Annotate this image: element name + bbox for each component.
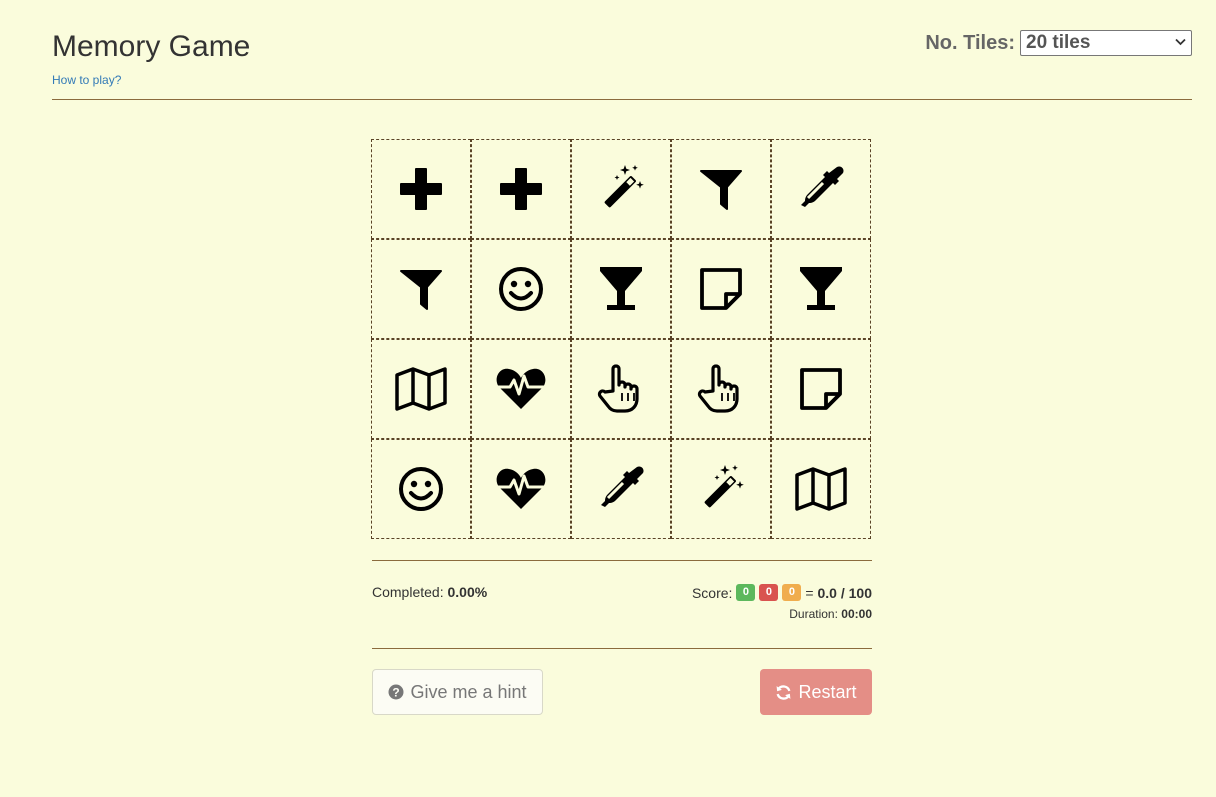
how-to-play-link[interactable]: How to play? xyxy=(52,73,121,87)
tiles-select-value: 20 tiles xyxy=(1026,32,1091,53)
score-hints-badge: 0 xyxy=(782,584,802,601)
magic-wand-icon xyxy=(593,161,649,217)
map-icon xyxy=(393,361,449,417)
score-correct-badge: 0 xyxy=(736,584,756,601)
stats-divider-bottom xyxy=(372,648,872,649)
smiley-icon xyxy=(493,261,549,317)
completed-stat: Completed: 0.00% xyxy=(372,584,487,600)
tile[interactable] xyxy=(571,139,671,239)
map-icon xyxy=(793,461,849,517)
tile[interactable] xyxy=(671,339,771,439)
tiles-control: No. Tiles: 20 tiles xyxy=(925,30,1192,56)
plus-icon xyxy=(393,161,449,217)
magic-wand-icon xyxy=(693,461,749,517)
score-label: Score: xyxy=(691,584,733,601)
smiley-icon xyxy=(393,461,449,517)
duration-label: Duration: xyxy=(789,607,838,621)
hint-button[interactable]: ? Give me a hint xyxy=(372,669,543,715)
filter-icon xyxy=(693,161,749,217)
tile[interactable] xyxy=(771,439,871,539)
tile[interactable] xyxy=(771,139,871,239)
tiles-label: No. Tiles: xyxy=(925,31,1015,54)
stats-divider-top xyxy=(372,560,872,561)
svg-text:?: ? xyxy=(393,686,400,700)
tile[interactable] xyxy=(471,439,571,539)
cocktail-glass-icon xyxy=(793,261,849,317)
tile[interactable] xyxy=(371,239,471,339)
tile[interactable] xyxy=(671,139,771,239)
tile[interactable] xyxy=(371,139,471,239)
tile[interactable] xyxy=(571,239,671,339)
score-equals: = xyxy=(805,584,818,601)
completed-value: 0.00% xyxy=(447,584,488,600)
tile[interactable] xyxy=(471,239,571,339)
tile[interactable] xyxy=(571,339,671,439)
tile[interactable] xyxy=(671,439,771,539)
chevron-down-icon xyxy=(1175,37,1186,49)
page-title: Memory Game xyxy=(52,30,251,63)
plus-icon xyxy=(493,161,549,217)
eyedropper-icon xyxy=(593,461,649,517)
refresh-icon xyxy=(775,684,792,701)
tile[interactable] xyxy=(371,439,471,539)
pointing-hand-icon xyxy=(693,361,749,417)
sticky-note-icon xyxy=(793,361,849,417)
completed-label: Completed: xyxy=(372,584,444,600)
tiles-select[interactable]: 20 tiles xyxy=(1020,30,1192,56)
cocktail-glass-icon xyxy=(593,261,649,317)
tile[interactable] xyxy=(371,339,471,439)
tile[interactable] xyxy=(771,239,871,339)
restart-button-label: Restart xyxy=(798,681,857,702)
question-circle-icon: ? xyxy=(388,684,404,700)
header-divider xyxy=(52,99,1192,100)
duration-value: 00:00 xyxy=(841,607,872,621)
pointing-hand-icon xyxy=(593,361,649,417)
eyedropper-icon xyxy=(793,161,849,217)
filter-icon xyxy=(393,261,449,317)
tile[interactable] xyxy=(571,439,671,539)
heartbeat-icon xyxy=(493,361,549,417)
duration-stat: Duration: 00:00 xyxy=(789,607,872,621)
tile[interactable] xyxy=(771,339,871,439)
tile[interactable] xyxy=(471,139,571,239)
restart-button[interactable]: Restart xyxy=(760,669,872,715)
hint-button-label: Give me a hint xyxy=(410,681,527,702)
score-stat: Score: 0 0 0 = 0.0 / 100 xyxy=(692,584,872,601)
tile[interactable] xyxy=(671,239,771,339)
score-wrong-badge: 0 xyxy=(759,584,779,601)
game-board xyxy=(371,139,873,541)
heartbeat-icon xyxy=(493,461,549,517)
sticky-note-icon xyxy=(693,261,749,317)
score-value: 0.0 / 100 xyxy=(817,584,873,601)
tile[interactable] xyxy=(471,339,571,439)
